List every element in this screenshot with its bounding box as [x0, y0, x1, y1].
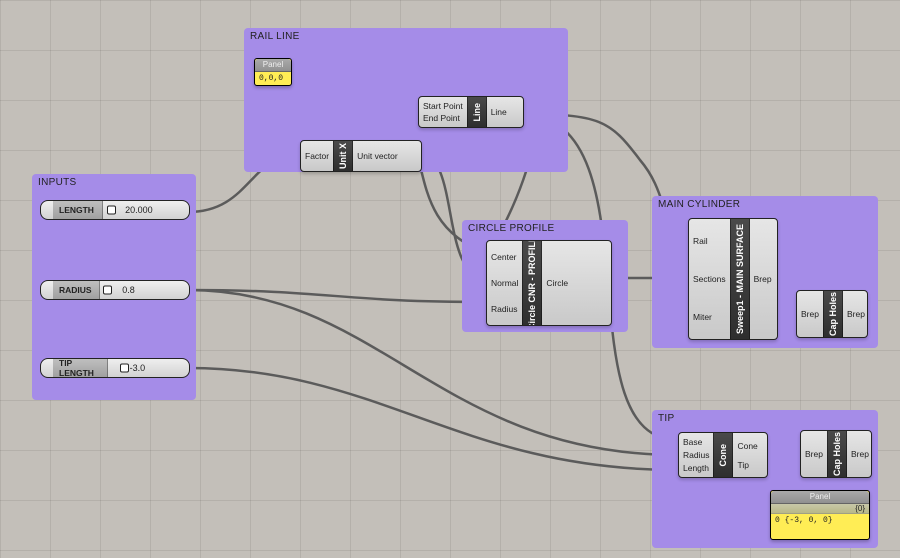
node-sweep-out-brep[interactable]: Brep	[754, 274, 772, 284]
node-circle-in-radius[interactable]: Radius	[491, 304, 518, 314]
panel-tipout-title: Panel	[771, 491, 869, 504]
node-cone-out-cone[interactable]: Cone	[737, 441, 757, 451]
node-sweep-in-sections[interactable]: Sections	[693, 274, 726, 284]
node-unitx-out-vector[interactable]: Unit vector	[357, 151, 398, 161]
group-tip-title: TIP	[658, 413, 674, 424]
slider-radius[interactable]: RADIUS 0.8	[40, 280, 190, 300]
node-cap1[interactable]: Brep Cap Holes Brep	[796, 290, 868, 338]
node-cone-out-tip[interactable]: Tip	[737, 460, 757, 470]
group-circle-title: CIRCLE PROFILE	[468, 223, 554, 234]
node-unitx-name: Unit X	[338, 143, 348, 169]
node-cap1-out-brep[interactable]: Brep	[847, 309, 865, 319]
node-circle-in-center[interactable]: Center	[491, 252, 518, 262]
panel-tipout-body: 0 {-3, 0, 0}	[771, 514, 869, 527]
node-cap1-in-brep[interactable]: Brep	[801, 309, 819, 319]
node-line-out-line[interactable]: Line	[491, 107, 507, 117]
node-unitx-in-factor[interactable]: Factor	[305, 151, 329, 161]
node-cap2-in-brep[interactable]: Brep	[805, 449, 823, 459]
slider-length[interactable]: LENGTH 20.000	[40, 200, 190, 220]
panel-origin[interactable]: Panel 0,0,0	[254, 58, 292, 86]
node-circle-out-circle[interactable]: Circle	[546, 278, 568, 288]
node-cone-in-length[interactable]: Length	[683, 463, 709, 473]
slider-radius-label: RADIUS	[59, 285, 92, 295]
slider-length-label: LENGTH	[59, 205, 94, 215]
node-cap2-out-brep[interactable]: Brep	[851, 449, 869, 459]
node-cap2[interactable]: Brep Cap Holes Brep	[800, 430, 872, 478]
node-cone-in-radius[interactable]: Radius	[683, 450, 709, 460]
slider-radius-value: 0.8	[122, 285, 135, 295]
node-cone-name: Cone	[718, 444, 728, 467]
panel-origin-body: 0,0,0	[255, 72, 291, 85]
panel-tipout[interactable]: Panel {0} 0 {-3, 0, 0}	[770, 490, 870, 540]
slider-length-value: 20.000	[125, 205, 153, 215]
node-cone[interactable]: Base Radius Length Cone Cone Tip	[678, 432, 768, 478]
node-sweep-name: Sweep1 - MAIN SURFACE	[735, 224, 745, 334]
node-line-in-start[interactable]: Start Point	[423, 101, 463, 111]
group-cylinder-title: MAIN CYLINDER	[658, 199, 740, 210]
node-cone-in-base[interactable]: Base	[683, 437, 709, 447]
slider-tiplength-value: -3.0	[130, 363, 146, 373]
node-line[interactable]: Start Point End Point Line Line	[418, 96, 524, 128]
group-rail-title: RAIL LINE	[250, 31, 300, 42]
node-circle-in-normal[interactable]: Normal	[491, 278, 518, 288]
node-cap1-name: Cap Holes	[828, 292, 838, 336]
node-unitx[interactable]: Factor Unit X Unit vector	[300, 140, 422, 172]
panel-tipout-header: {0}	[771, 504, 869, 514]
node-sweep-in-miter[interactable]: Miter	[693, 312, 726, 322]
node-line-name: Line	[472, 103, 482, 122]
slider-tiplength-label: TIP LENGTH	[59, 358, 107, 378]
node-circle[interactable]: Center Normal Radius Circle CNR - PROFIL…	[486, 240, 612, 326]
node-sweep[interactable]: Rail Sections Miter Sweep1 - MAIN SURFAC…	[688, 218, 778, 340]
node-sweep-in-rail[interactable]: Rail	[693, 236, 726, 246]
node-cap2-name: Cap Holes	[832, 432, 842, 476]
group-inputs-title: INPUTS	[38, 177, 76, 188]
slider-tiplength[interactable]: TIP LENGTH -3.0	[40, 358, 190, 378]
node-line-in-end[interactable]: End Point	[423, 113, 463, 123]
panel-origin-title: Panel	[255, 59, 291, 72]
node-circle-name: Circle CNR - PROFILE	[527, 240, 537, 326]
